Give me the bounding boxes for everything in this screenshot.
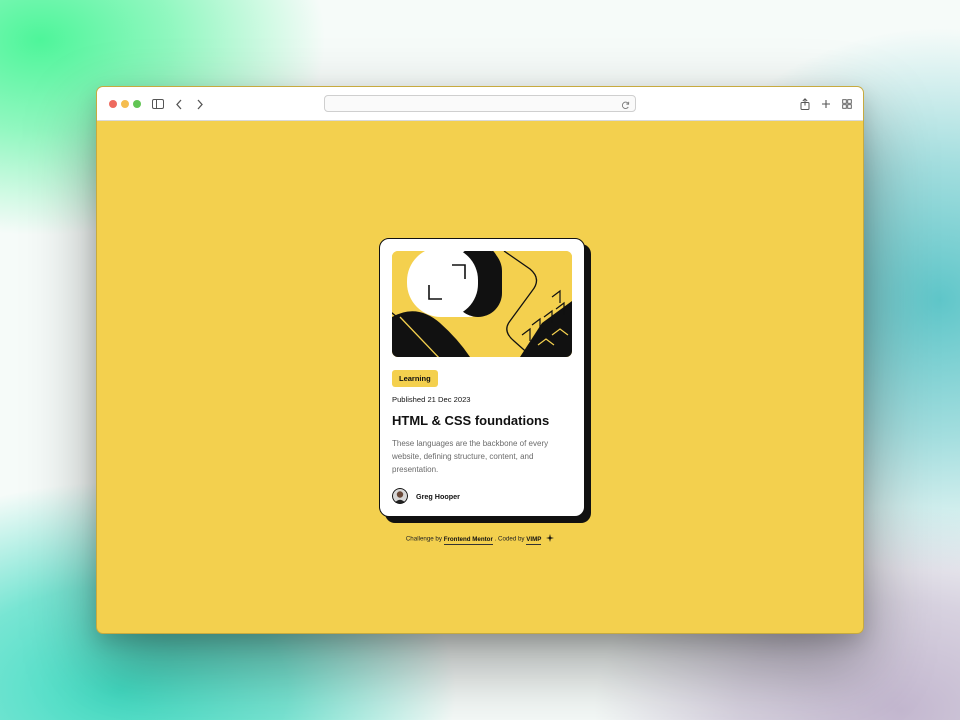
card-description: These languages are the backbone of ever… (392, 439, 549, 474)
forward-icon[interactable] (192, 96, 208, 112)
back-icon[interactable] (171, 96, 187, 112)
attribution-challenge-text: Challenge by (405, 535, 442, 543)
new-tab-icon[interactable] (818, 96, 834, 112)
page-content: Learning Published 21 Dec 2023 HTML & CS… (97, 121, 863, 633)
author: Greg Hooper (392, 488, 572, 504)
sidebar-icon[interactable] (150, 96, 166, 112)
address-bar[interactable] (324, 95, 636, 112)
card-title[interactable]: HTML & CSS foundations (392, 413, 572, 428)
zoom-window-button[interactable] (133, 100, 141, 108)
author-name: Greg Hooper (416, 491, 460, 501)
browser-window: Learning Published 21 Dec 2023 HTML & CS… (96, 86, 864, 634)
coder-link[interactable]: VIMP (526, 535, 542, 545)
close-window-button[interactable] (109, 100, 117, 108)
frontend-mentor-link[interactable]: Frontend Mentor (443, 535, 493, 545)
category-tag: Learning (392, 370, 438, 387)
share-icon[interactable] (797, 96, 813, 112)
blog-preview-card: Learning Published 21 Dec 2023 HTML & CS… (379, 238, 585, 517)
published-date: Published 21 Dec 2023 (392, 395, 471, 404)
reload-icon[interactable] (620, 98, 631, 109)
attribution-coded-text: . Coded by (494, 535, 525, 543)
minimize-window-button[interactable] (121, 100, 129, 108)
sparkle-icon (546, 534, 555, 544)
attribution: Challenge by Frontend Mentor . Coded by … (97, 534, 863, 545)
card-illustration (392, 251, 572, 357)
tab-overview-icon[interactable] (839, 96, 855, 112)
avatar (392, 488, 408, 504)
browser-toolbar (97, 87, 863, 121)
